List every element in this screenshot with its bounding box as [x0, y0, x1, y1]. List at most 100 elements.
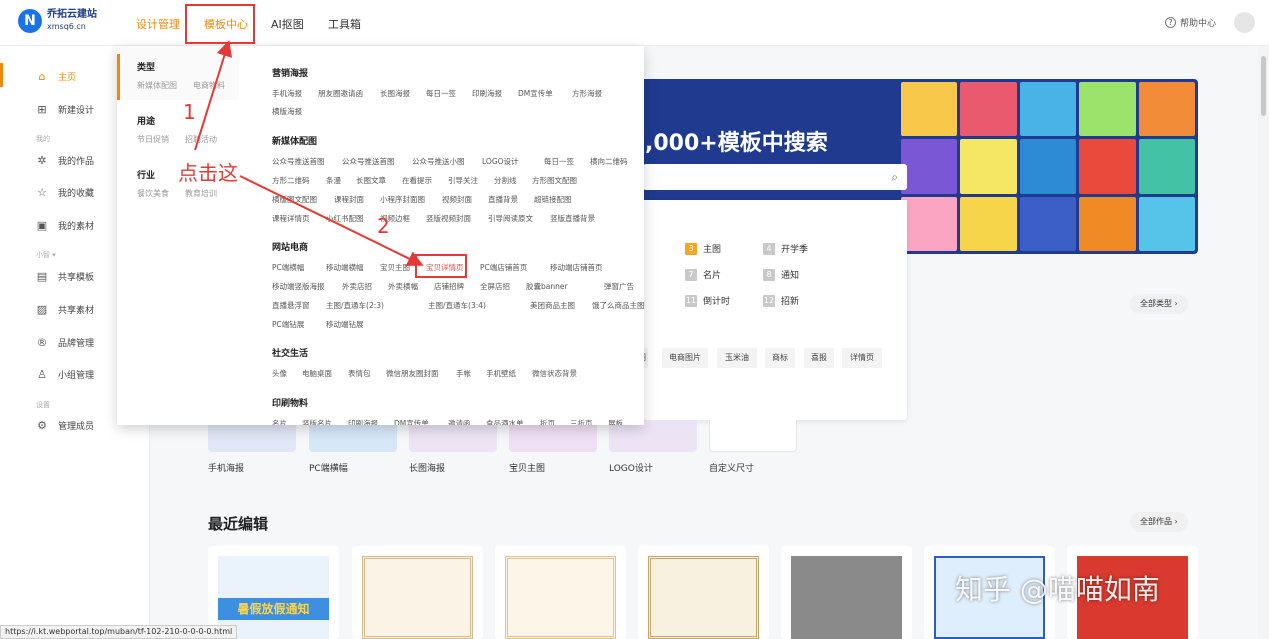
menu-link[interactable]: 印刷海报: [472, 88, 502, 99]
category-type-sub[interactable]: 电商物料: [193, 80, 225, 91]
menu-link[interactable]: 公众号推送首图: [342, 156, 395, 167]
nav-toolbox[interactable]: 工具箱: [328, 16, 361, 32]
menu-link[interactable]: 朋友圈邀请函: [318, 88, 363, 99]
menu-link[interactable]: DM宣传单: [394, 418, 429, 425]
menu-link[interactable]: 饿了么商品主图: [592, 300, 644, 311]
menu-link[interactable]: 宝贝主图: [380, 262, 410, 273]
menu-link[interactable]: PC端横幅: [272, 262, 304, 273]
menu-link[interactable]: 横版海报: [272, 106, 302, 117]
menu-link[interactable]: 食品酒水单: [486, 418, 524, 425]
menu-link[interactable]: 每日一签: [544, 156, 574, 167]
menu-link[interactable]: 主图/直通车(2:3): [326, 300, 384, 311]
menu-link[interactable]: 主图/直通车(3:4): [428, 300, 486, 311]
all-works-button[interactable]: 全部作品 ›: [1130, 512, 1188, 532]
sidebar-item-brand[interactable]: ® 品牌管理: [36, 336, 95, 349]
menu-link[interactable]: 展板: [608, 418, 623, 425]
menu-link[interactable]: 表情包: [348, 368, 371, 379]
brand-logo[interactable]: N 乔拓云建站 xmsq6.cn: [18, 9, 97, 33]
sidebar-item-shared-templates[interactable]: ▤ 共享模板: [36, 270, 94, 283]
nav-ai-cutout[interactable]: AI抠图: [271, 16, 304, 32]
quick-tag[interactable]: 电商图片: [662, 348, 708, 368]
menu-link[interactable]: 长图文章: [356, 175, 386, 186]
quick-tag[interactable]: 玉米油: [717, 348, 757, 368]
sidebar-group-team[interactable]: 小智 ▾: [36, 250, 56, 260]
menu-link[interactable]: 外卖店招: [342, 281, 372, 292]
menu-link[interactable]: 胶囊banner: [526, 281, 568, 292]
menu-link[interactable]: 手机壁纸: [486, 368, 516, 379]
sidebar-item-my-works[interactable]: ✲ 我的作品: [36, 154, 94, 167]
menu-link[interactable]: 长图海报: [380, 88, 410, 99]
help-center-link[interactable]: ? 帮助中心: [1165, 16, 1216, 29]
menu-link[interactable]: 在看提示: [402, 175, 432, 186]
menu-link[interactable]: 引导关注: [448, 175, 478, 186]
menu-link[interactable]: 移动端竖版海报: [272, 281, 325, 292]
menu-link[interactable]: 移动端店铺首页: [550, 262, 603, 273]
type-tag[interactable]: 4 开学季: [763, 242, 808, 255]
category-industry-sub[interactable]: 教育培训: [185, 188, 217, 199]
menu-link[interactable]: 微信朋友圈封面: [386, 368, 439, 379]
menu-link[interactable]: 竖版直播背景: [550, 213, 595, 224]
all-types-button[interactable]: 全部类型 ›: [1130, 294, 1188, 314]
menu-link[interactable]: 公众号推送小图: [412, 156, 465, 167]
category-type[interactable]: 类型: [137, 60, 155, 73]
menu-link[interactable]: 直播背景: [488, 194, 518, 205]
recent-item[interactable]: [781, 546, 912, 639]
menu-link[interactable]: 方形图文配图: [532, 175, 577, 186]
sidebar-item-members[interactable]: ⚙ 管理成员: [36, 419, 94, 432]
menu-link[interactable]: 横向二维码: [590, 156, 628, 167]
menu-link[interactable]: 每日一签: [426, 88, 456, 99]
menu-link[interactable]: PC端钻展: [272, 319, 304, 330]
menu-link[interactable]: 微信状态背景: [532, 368, 577, 379]
category-industry[interactable]: 行业: [137, 168, 155, 181]
menu-link[interactable]: 全屏店招: [480, 281, 510, 292]
page-scrollbar[interactable]: [1258, 46, 1269, 639]
menu-link[interactable]: 分割线: [494, 175, 517, 186]
menu-link[interactable]: 小红书配图: [326, 213, 364, 224]
category-type-sub[interactable]: 新媒体配图: [137, 80, 177, 91]
menu-link[interactable]: 竖版名片: [302, 418, 332, 425]
sidebar-item-new-design[interactable]: ⊞ 新建设计: [36, 103, 94, 116]
menu-link[interactable]: 三折页: [570, 418, 593, 425]
menu-link[interactable]: 名片: [272, 418, 287, 425]
menu-link[interactable]: 手帐: [456, 368, 471, 379]
menu-link[interactable]: DM宣传单: [518, 88, 553, 99]
menu-link[interactable]: 视频封面: [442, 194, 472, 205]
menu-link[interactable]: PC端店铺首页: [480, 262, 527, 273]
menu-link[interactable]: 公众号推送首图: [272, 156, 325, 167]
recent-item[interactable]: [638, 546, 769, 639]
template-search-input[interactable]: ⌕: [643, 164, 907, 190]
search-icon[interactable]: ⌕: [891, 170, 898, 185]
quick-tag[interactable]: 商标: [765, 348, 795, 368]
menu-link[interactable]: 手机海报: [272, 88, 302, 99]
menu-link[interactable]: 头像: [272, 368, 287, 379]
menu-link[interactable]: 折页: [540, 418, 555, 425]
type-tag[interactable]: 7 名片: [685, 268, 721, 281]
sidebar-item-team[interactable]: ♙ 小组管理: [36, 368, 94, 381]
menu-link[interactable]: 移动端钻展: [326, 319, 364, 330]
nav-design-management[interactable]: 设计管理: [136, 16, 180, 32]
category-use-sub[interactable]: 节日促销: [137, 134, 169, 145]
menu-link[interactable]: 店铺招牌: [434, 281, 464, 292]
menu-link[interactable]: LOGO设计: [482, 156, 519, 167]
menu-link[interactable]: 竖版视频封面: [426, 213, 471, 224]
sidebar-item-home[interactable]: ⌂ 主页: [36, 70, 77, 83]
menu-link[interactable]: 直播悬浮窗: [272, 300, 310, 311]
menu-link[interactable]: 课程详情页: [272, 213, 310, 224]
type-tag[interactable]: 12 招新: [763, 294, 799, 307]
menu-link[interactable]: 课程封面: [334, 194, 364, 205]
menu-link[interactable]: 弹窗广告: [604, 281, 634, 292]
category-use[interactable]: 用途: [137, 114, 155, 127]
menu-link[interactable]: 美团商品主图: [530, 300, 575, 311]
menu-link[interactable]: 方形海报: [572, 88, 602, 99]
menu-link[interactable]: 条漫: [326, 175, 341, 186]
avatar[interactable]: [1234, 12, 1255, 33]
sidebar-item-favorites[interactable]: ☆ 我的收藏: [36, 186, 94, 199]
sidebar-item-shared-assets[interactable]: ▨ 共享素材: [36, 303, 94, 316]
type-tag[interactable]: 3 主图: [685, 242, 721, 255]
menu-link[interactable]: 移动端横幅: [326, 262, 364, 273]
menu-link[interactable]: 超链接配图: [534, 194, 572, 205]
menu-link[interactable]: 邀请函: [448, 418, 471, 425]
recent-item[interactable]: [495, 546, 626, 639]
quick-tag[interactable]: 详情页: [842, 348, 882, 368]
type-tag[interactable]: 11 倒计时: [685, 294, 730, 307]
